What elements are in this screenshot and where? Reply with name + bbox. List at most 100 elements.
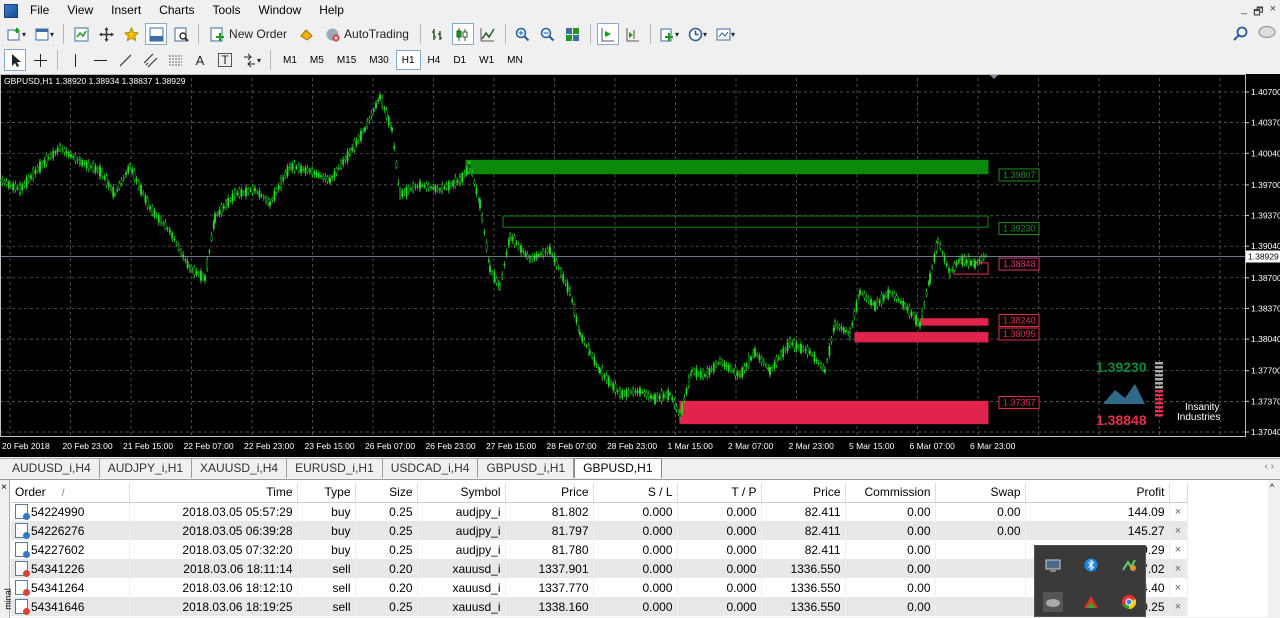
text-button[interactable]: A — [189, 49, 211, 71]
arrows-button[interactable]: ▾ — [239, 49, 264, 71]
strategy-tester-button[interactable] — [170, 23, 192, 45]
column-header[interactable]: Time — [129, 483, 298, 503]
text-label-button[interactable]: T — [214, 49, 236, 71]
zoom-in-button[interactable] — [512, 23, 534, 45]
timeframe-h4[interactable]: H4 — [422, 50, 447, 70]
timeframe-m5[interactable]: M5 — [304, 50, 330, 70]
navigator-button[interactable] — [120, 23, 142, 45]
terminal-scrollbar[interactable]: ^ — [1268, 480, 1280, 618]
data-window-button[interactable] — [95, 23, 117, 45]
chart-tab[interactable]: USDCAD_i,H4 — [383, 459, 479, 478]
menu-insert[interactable]: Insert — [102, 0, 150, 21]
demand-zone[interactable] — [854, 332, 989, 343]
line-chart-button[interactable] — [477, 23, 499, 45]
app-icon[interactable] — [4, 3, 18, 18]
network-icon[interactable] — [1119, 555, 1139, 575]
auto-scroll-button[interactable] — [596, 23, 619, 45]
supply-zone-strong[interactable] — [465, 159, 989, 175]
table-row[interactable]: 54226276 2018.03.05 06:39:28 buy 0.25 audjpy… — [11, 521, 1188, 540]
chart-tab[interactable]: GBPUSD,H1 — [574, 458, 662, 478]
menu-file[interactable]: File — [21, 0, 58, 21]
close-order-icon[interactable]: × — [1169, 502, 1188, 521]
bluetooth-icon[interactable] — [1081, 555, 1101, 575]
chart-shift-marker[interactable] — [990, 75, 998, 79]
price-chart[interactable]: 1.40700 1.40370 1.40040 1.39700 1.39370 1.390… — [0, 74, 1280, 457]
table-row[interactable]: 54227602 2018.03.05 07:32:20 buy 0.25 audjpy… — [11, 540, 1188, 559]
zoom-out-button[interactable] — [537, 23, 559, 45]
timeframe-m30[interactable]: M30 — [363, 50, 394, 70]
autotrading-button[interactable]: AutoTrading — [320, 23, 414, 45]
column-header[interactable]: Profit — [1025, 483, 1170, 503]
table-row[interactable]: 54341646 2018.03.06 18:19:25 sell 0.25 xauus… — [11, 597, 1188, 616]
chart-tab[interactable]: XAUUSD_i,H4 — [192, 459, 288, 478]
terminal-button[interactable] — [145, 23, 168, 45]
table-row[interactable]: 54341264 2018.03.06 18:12:10 sell 0.20 xauus… — [11, 578, 1188, 597]
display-icon[interactable] — [1043, 555, 1063, 575]
candlestick-button[interactable] — [451, 23, 474, 45]
supply-zone-weak[interactable] — [502, 215, 989, 228]
column-header[interactable]: Commission — [845, 483, 936, 503]
table-row[interactable]: 54224990 2018.03.05 05:57:29 buy 0.25 audjpy… — [11, 502, 1188, 521]
table-row[interactable]: 54341226 2018.03.06 18:11:14 sell 0.20 xauus… — [11, 559, 1188, 578]
chart-tab[interactable]: AUDJPY_i,H1 — [100, 459, 193, 478]
crosshair-button[interactable] — [29, 49, 51, 71]
horizontal-line-button[interactable] — [89, 49, 111, 71]
column-header[interactable]: Price — [761, 483, 846, 503]
chart-shift-button[interactable] — [622, 23, 644, 45]
close-order-icon[interactable]: × — [1169, 521, 1188, 540]
timeframe-mn[interactable]: MN — [501, 50, 529, 70]
column-header[interactable]: T / P — [677, 483, 762, 503]
templates-button[interactable]: ▾ — [713, 23, 738, 45]
timeframe-h1[interactable]: H1 — [395, 50, 421, 70]
close-order-icon[interactable]: × — [1169, 578, 1188, 597]
profiles-button[interactable]: ▾ — [32, 23, 57, 45]
timeframe-w1[interactable]: W1 — [473, 50, 500, 70]
column-header[interactable]: Order / — [11, 483, 130, 503]
timeframe-m15[interactable]: M15 — [331, 50, 362, 70]
antivirus-icon[interactable] — [1081, 592, 1101, 612]
fibonacci-button[interactable] — [164, 49, 186, 71]
tabs-scroll-arrows[interactable]: ‹ › — [1265, 461, 1274, 472]
close-order-icon[interactable]: × — [1169, 559, 1188, 578]
column-header[interactable]: S / L — [593, 483, 678, 503]
minimize-button[interactable]: _ — [1241, 3, 1247, 22]
channel-button[interactable] — [139, 49, 161, 71]
menu-charts[interactable]: Charts — [150, 0, 203, 21]
bar-chart-button[interactable] — [427, 23, 449, 45]
close-button[interactable]: × — [1270, 3, 1276, 22]
new-chart-button[interactable]: ▾ — [4, 23, 29, 45]
demand-zone-strong[interactable] — [679, 400, 989, 425]
chart-tab[interactable]: GBPUSD_i,H1 — [478, 459, 575, 478]
chart-tab[interactable]: EURUSD_i,H1 — [287, 459, 383, 478]
column-header[interactable]: Type — [297, 483, 356, 503]
cursor-button[interactable] — [4, 49, 26, 71]
terminal-close-icon[interactable]: × — [1, 482, 7, 493]
column-header[interactable]: Symbol — [417, 483, 506, 503]
onedrive-icon[interactable] — [1043, 592, 1063, 612]
new-order-button[interactable]: New Order — [205, 23, 292, 45]
periods-button[interactable]: ▾ — [685, 23, 710, 45]
column-header[interactable]: Size — [355, 483, 418, 503]
timeframe-m1[interactable]: M1 — [277, 50, 303, 70]
metaeditor-button[interactable] — [295, 23, 317, 45]
restore-button[interactable]: 🗗 — [1253, 3, 1263, 22]
menu-view[interactable]: View — [58, 0, 102, 21]
search-icon[interactable] — [1232, 26, 1248, 45]
column-header[interactable]: Price — [505, 483, 594, 503]
chat-icon[interactable] — [1258, 25, 1276, 44]
chart-canvas[interactable]: 1.40700 1.40370 1.40040 1.39700 1.39370 1.390… — [0, 74, 1280, 457]
chart-tab[interactable]: AUDUSD_i,H4 — [4, 459, 100, 478]
chrome-icon[interactable] — [1119, 592, 1139, 612]
close-order-icon[interactable]: × — [1169, 540, 1188, 559]
timeframe-d1[interactable]: D1 — [447, 50, 472, 70]
tile-windows-button[interactable] — [562, 23, 584, 45]
menu-window[interactable]: Window — [250, 0, 311, 21]
market-watch-button[interactable] — [70, 23, 92, 45]
close-order-icon[interactable]: × — [1169, 597, 1188, 616]
indicators-button[interactable]: ▾ — [657, 23, 682, 45]
demand-zone[interactable] — [919, 318, 989, 326]
menu-tools[interactable]: Tools — [204, 0, 250, 21]
vertical-line-button[interactable] — [64, 49, 86, 71]
trendline-button[interactable] — [114, 49, 136, 71]
column-header[interactable]: Swap — [935, 483, 1026, 503]
